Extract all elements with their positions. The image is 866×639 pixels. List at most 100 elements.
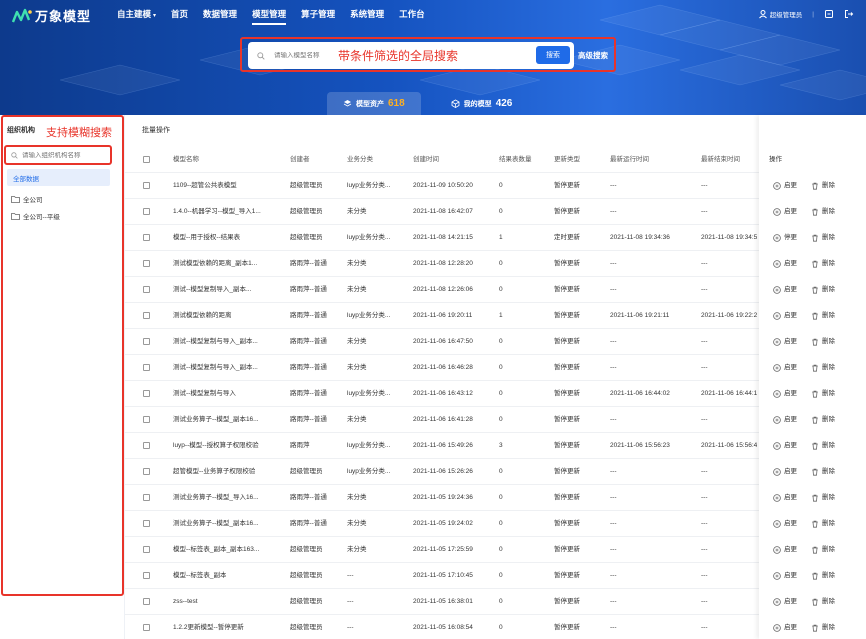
toggle-update-button[interactable]: 启更 xyxy=(773,277,797,303)
table-cell[interactable]: 测试业务算子--模型_导入16... xyxy=(173,485,259,511)
delete-button[interactable]: 删除 xyxy=(811,615,835,639)
sidebar-item-all-data[interactable]: 全部数据 xyxy=(7,169,110,186)
delete-button[interactable]: 删除 xyxy=(811,251,835,277)
row-checkbox[interactable] xyxy=(143,624,150,631)
row-checkbox[interactable] xyxy=(143,338,150,345)
tree-item-company-peer[interactable]: 全公司--平级 xyxy=(11,211,60,221)
delete-button[interactable]: 删除 xyxy=(811,433,835,459)
row-checkbox[interactable] xyxy=(143,286,150,293)
row-checkbox[interactable] xyxy=(143,390,150,397)
notification-icon[interactable] xyxy=(824,9,834,19)
column-header[interactable]: 结果表数量 xyxy=(499,147,532,173)
select-all-checkbox[interactable] xyxy=(143,156,150,163)
table-cell[interactable]: 测试业务算子--模型_副本16... xyxy=(173,407,259,433)
delete-button[interactable]: 删除 xyxy=(811,589,835,615)
toggle-update-button[interactable]: 启更 xyxy=(773,251,797,277)
delete-button[interactable]: 删除 xyxy=(811,563,835,589)
row-checkbox[interactable] xyxy=(143,520,150,527)
batch-operation-button[interactable]: 批量操作 xyxy=(142,125,170,135)
table-cell[interactable]: 测试--模型复制与导入 xyxy=(173,381,236,407)
column-header[interactable]: 更新类型 xyxy=(554,147,580,173)
toggle-update-button[interactable]: 启更 xyxy=(773,589,797,615)
table-cell[interactable]: 测试模型依赖的距离_副本1... xyxy=(173,251,257,277)
table-cell[interactable]: 测试业务算子--模型_副本16... xyxy=(173,511,259,537)
toggle-update-button[interactable]: 启更 xyxy=(773,355,797,381)
delete-button[interactable]: 删除 xyxy=(811,225,835,251)
nav-item-data-management[interactable]: 数据管理 xyxy=(203,8,237,20)
column-header[interactable]: 业务分类 xyxy=(347,147,373,173)
toggle-update-button[interactable]: 启更 xyxy=(773,199,797,225)
delete-button[interactable]: 删除 xyxy=(811,407,835,433)
table-cell[interactable]: 模型--标签表_副本_副本163... xyxy=(173,537,259,563)
logout-icon[interactable] xyxy=(844,9,854,19)
nav-item-home[interactable]: 首页 xyxy=(171,8,188,20)
table-cell: 路雨萍--普通 xyxy=(290,494,327,501)
delete-button[interactable]: 删除 xyxy=(811,277,835,303)
delete-button[interactable]: 删除 xyxy=(811,511,835,537)
delete-button[interactable]: 删除 xyxy=(811,355,835,381)
row-checkbox[interactable] xyxy=(143,234,150,241)
toggle-update-button[interactable]: 启更 xyxy=(773,537,797,563)
delete-button[interactable]: 删除 xyxy=(811,381,835,407)
nav-item-operator-management[interactable]: 算子管理 xyxy=(301,8,335,20)
column-header[interactable]: 模型名称 xyxy=(173,147,199,173)
user-menu[interactable]: 超级管理员 xyxy=(758,9,802,19)
delete-button[interactable]: 删除 xyxy=(811,537,835,563)
toggle-update-button[interactable]: 停更 xyxy=(773,225,797,251)
nav-item-system-management[interactable]: 系统管理 xyxy=(350,8,384,20)
row-checkbox[interactable] xyxy=(143,260,150,267)
toggle-update-button[interactable]: 启更 xyxy=(773,485,797,511)
row-checkbox[interactable] xyxy=(143,572,150,579)
toggle-update-button[interactable]: 启更 xyxy=(773,615,797,639)
delete-button[interactable]: 删除 xyxy=(811,459,835,485)
table-cell[interactable]: 超管模型--业务算子权限校验 xyxy=(173,459,255,485)
toggle-update-button[interactable]: 启更 xyxy=(773,511,797,537)
column-header[interactable]: 创建时间 xyxy=(413,147,439,173)
row-checkbox[interactable] xyxy=(143,416,150,423)
row-checkbox[interactable] xyxy=(143,182,150,189)
tab-my-models[interactable]: 我的模型 426 xyxy=(435,92,529,115)
table-cell[interactable]: 测试--模型复制与导入_副本... xyxy=(173,355,258,381)
toggle-update-button[interactable]: 启更 xyxy=(773,173,797,199)
org-search-input[interactable] xyxy=(22,151,102,159)
table-cell[interactable]: 测试--模型复制导入_副本... xyxy=(173,277,251,303)
toggle-update-button[interactable]: 启更 xyxy=(773,563,797,589)
nav-item-workbench[interactable]: 工作台 xyxy=(399,8,425,20)
toggle-update-button[interactable]: 启更 xyxy=(773,329,797,355)
delete-button[interactable]: 删除 xyxy=(811,173,835,199)
row-checkbox[interactable] xyxy=(143,312,150,319)
row-checkbox[interactable] xyxy=(143,208,150,215)
table-cell[interactable]: luyp--模型--授权算子权限校验 xyxy=(173,433,259,459)
column-header[interactable]: 最新运行时间 xyxy=(610,147,649,173)
row-checkbox[interactable] xyxy=(143,598,150,605)
row-checkbox[interactable] xyxy=(143,468,150,475)
tree-item-company[interactable]: 全公司 xyxy=(11,194,43,204)
toggle-update-button[interactable]: 启更 xyxy=(773,433,797,459)
table-cell[interactable]: 1.2.2更新模型--暂停更新 xyxy=(173,615,244,639)
row-checkbox[interactable] xyxy=(143,546,150,553)
row-checkbox[interactable] xyxy=(143,442,150,449)
table-cell[interactable]: 1.4.0--机器学习--模型_导入1... xyxy=(173,199,261,225)
delete-button[interactable]: 删除 xyxy=(811,329,835,355)
column-header[interactable]: 最新结束时间 xyxy=(701,147,740,173)
delete-button[interactable]: 删除 xyxy=(811,485,835,511)
toggle-update-button[interactable]: 启更 xyxy=(773,303,797,329)
nav-item-model-management[interactable]: 模型管理 xyxy=(252,8,287,25)
delete-button[interactable]: 删除 xyxy=(811,199,835,225)
table-cell[interactable]: 测试--模型复制与导入_副本... xyxy=(173,329,258,355)
brand-logo[interactable]: 万象模型 xyxy=(12,6,91,25)
tab-model-assets[interactable]: 模型资产 618 xyxy=(327,92,421,115)
nav-item-auto-modeling[interactable]: 自主建模 ▾ xyxy=(117,8,156,20)
delete-button[interactable]: 删除 xyxy=(811,303,835,329)
row-checkbox[interactable] xyxy=(143,364,150,371)
column-header[interactable]: 创建者 xyxy=(290,147,310,173)
toggle-update-button[interactable]: 启更 xyxy=(773,459,797,485)
toggle-update-button[interactable]: 启更 xyxy=(773,381,797,407)
table-cell[interactable]: zss--test xyxy=(173,589,198,615)
table-cell[interactable]: 1109--超管公共表模型 xyxy=(173,173,237,199)
table-cell[interactable]: 测试模型依赖的距离 xyxy=(173,303,232,329)
table-cell[interactable]: 模型--用于授权--结果表 xyxy=(173,225,240,251)
row-checkbox[interactable] xyxy=(143,494,150,501)
table-cell[interactable]: 模型--标签表_副本 xyxy=(173,563,226,589)
toggle-update-button[interactable]: 启更 xyxy=(773,407,797,433)
